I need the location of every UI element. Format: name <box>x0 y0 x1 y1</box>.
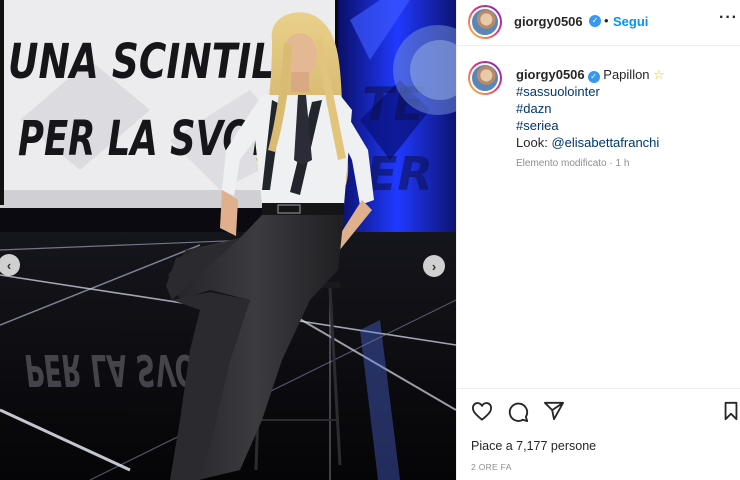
blue-led-panel: TE ER <box>338 0 456 240</box>
like-heart-icon[interactable] <box>471 401 493 421</box>
chevron-right-icon: › <box>431 258 437 274</box>
svg-text:ER: ER <box>366 147 433 201</box>
star-emoji-icon: ☆ <box>653 67 665 82</box>
hashtag-sassuolointer[interactable]: #sassuolointer <box>516 83 736 100</box>
header-separator: • <box>604 13 609 28</box>
post-photo[interactable]: TE ER UNA SCINTILLA PER LA SVOLTA PER LA… <box>0 0 456 480</box>
next-photo-button[interactable]: › <box>423 255 445 277</box>
save-bookmark-icon[interactable] <box>723 401 739 421</box>
hashtag-dazn[interactable]: #dazn <box>516 100 736 117</box>
caption-text: Papillon <box>603 67 650 82</box>
likes-count[interactable]: Piace a 7,177 persone <box>471 439 596 453</box>
caption-first-line: giorgy0506 ✓ Papillon ☆ <box>516 66 736 83</box>
caption-username[interactable]: giorgy0506 <box>516 67 585 82</box>
look-label: Look: <box>516 135 548 150</box>
verified-badge-icon: ✓ <box>589 15 601 27</box>
author-username[interactable]: giorgy0506 <box>514 14 583 29</box>
edited-timestamp: Elemento modificato · 1 h <box>516 158 630 169</box>
post-side-panel: giorgy0506 ✓ • Segui ··· giorgy0506 ✓ Pap… <box>456 0 740 480</box>
instagram-post-view: TE ER UNA SCINTILLA PER LA SVOLTA PER LA… <box>0 0 740 480</box>
more-options-icon[interactable]: ··· <box>719 9 738 27</box>
follow-button[interactable]: Segui <box>613 14 648 29</box>
share-send-icon[interactable] <box>543 401 565 421</box>
caption-author-avatar[interactable] <box>468 61 502 95</box>
look-line: Look: @elisabettafranchi <box>516 134 736 151</box>
post-actions: Piace a 7,177 persone 2 ORE FA <box>457 388 740 480</box>
chevron-left-icon: ‹ <box>6 257 12 273</box>
mention-link[interactable]: @elisabettafranchi <box>551 135 659 150</box>
comment-icon[interactable] <box>507 401 529 423</box>
caption-verified-badge-icon: ✓ <box>587 71 600 83</box>
hashtag-seriea[interactable]: #seriea <box>516 117 736 134</box>
studio-scene: TE ER UNA SCINTILLA PER LA SVOLTA PER LA… <box>0 0 456 480</box>
post-timestamp[interactable]: 2 ORE FA <box>471 462 512 472</box>
author-avatar[interactable] <box>468 5 502 39</box>
post-header: giorgy0506 ✓ • Segui ··· <box>457 0 740 46</box>
caption-body: giorgy0506 ✓ Papillon ☆ #sassuolointer #d… <box>516 66 736 172</box>
